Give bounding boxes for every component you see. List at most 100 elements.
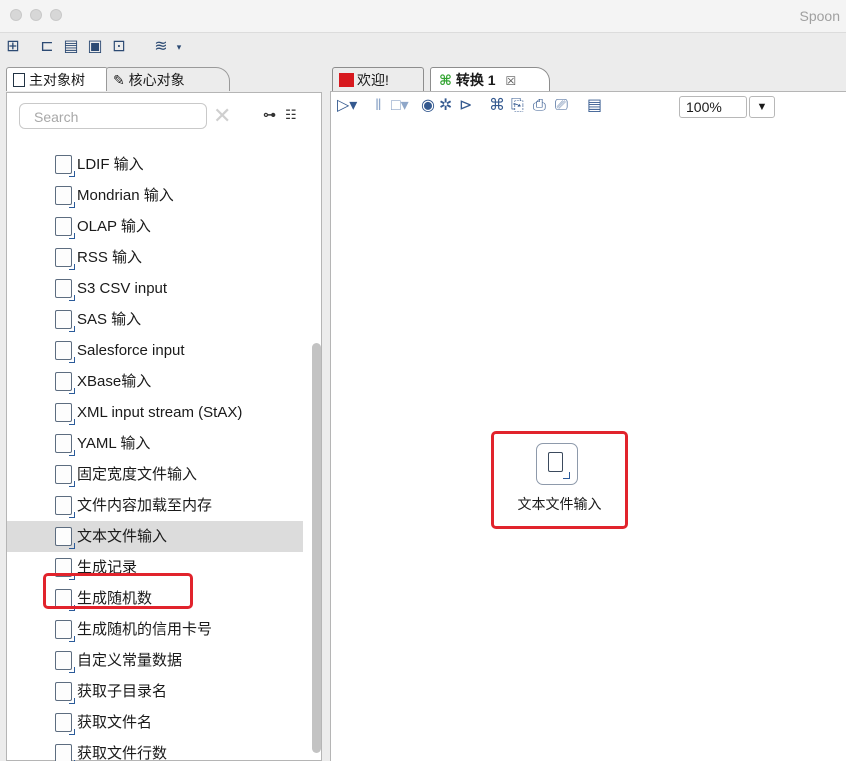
search-input[interactable] xyxy=(32,105,206,129)
olap-icon xyxy=(55,217,75,239)
pencil-icon: ✎ xyxy=(113,72,125,88)
tree-item-label: 获取子目录名 xyxy=(77,683,168,700)
tree-item[interactable]: 文件内容加载至内存 xyxy=(7,490,303,521)
stop-icon[interactable]: □▾ xyxy=(391,96,409,116)
run-icon[interactable]: ▷▾ xyxy=(337,96,357,116)
preview-icon[interactable]: ◉ xyxy=(421,96,435,116)
tab-label: 主对象树 xyxy=(29,72,85,88)
salesforce-icon xyxy=(55,341,75,363)
minimize-window-button[interactable] xyxy=(30,9,42,21)
impact-icon[interactable]: ⎘ xyxy=(511,96,524,116)
tree-item[interactable]: 获取子目录名 xyxy=(7,676,303,707)
tree-item-label: 文本文件输入 xyxy=(77,528,168,545)
sql-icon[interactable]: ⎙ xyxy=(533,96,546,116)
tree-item[interactable]: YAML 输入 xyxy=(7,428,303,459)
tree-item[interactable]: 获取文件名 xyxy=(7,707,303,738)
data-grid-icon xyxy=(55,651,75,673)
tree-item-label: S3 CSV input xyxy=(77,280,168,297)
tab-transformation-1[interactable]: ⌘ 转换 1 ☒ xyxy=(430,67,550,92)
tree-item-label: 自定义常量数据 xyxy=(77,652,183,669)
tab-label: 核心对象 xyxy=(128,72,185,88)
tree-item-label: YAML 输入 xyxy=(77,435,151,452)
save-icon[interactable]: ▣ xyxy=(86,38,104,56)
tree-item[interactable]: RSS 输入 xyxy=(7,242,303,273)
window-title: Spoon xyxy=(799,8,840,24)
chevron-down-icon[interactable]: ▾ xyxy=(170,38,188,56)
chevron-down-icon[interactable]: ▼ xyxy=(749,96,775,118)
tab-core-objects[interactable]: ✎ 核心对象 xyxy=(106,67,230,91)
text-file-input-icon xyxy=(536,443,578,485)
tree-item-label: 获取文件名 xyxy=(77,714,153,731)
close-window-button[interactable] xyxy=(10,9,22,21)
yaml-icon xyxy=(55,434,75,456)
close-tab-icon[interactable]: ☒ xyxy=(505,74,516,88)
tree-item[interactable]: OLAP 输入 xyxy=(7,211,303,242)
s3-csv-icon xyxy=(55,279,75,301)
zoom-select[interactable]: 100% xyxy=(679,96,747,118)
canvas-step-text-file-input[interactable]: 文本文件输入 xyxy=(491,431,628,529)
tree-item[interactable]: 自定义常量数据 xyxy=(7,645,303,676)
tree-item[interactable]: S3 CSV input xyxy=(7,273,303,304)
fixed-width-file-icon xyxy=(55,465,75,487)
pause-icon[interactable]: ‖ xyxy=(375,96,382,116)
step-tree-list: LDIF 输入 Mondrian 输入 OLAP 输入 RSS 输入 S3 CSV in… xyxy=(7,147,307,761)
clear-search-icon[interactable]: ✕ xyxy=(213,103,231,129)
tree-item-label: 固定宽度文件输入 xyxy=(77,466,198,483)
text-file-input-icon xyxy=(55,527,75,549)
tab-label: 欢迎! xyxy=(357,72,389,88)
tree-item-label: 获取文件行数 xyxy=(77,745,168,761)
show-results-icon[interactable]: ▤ xyxy=(587,96,602,116)
tab-label: 转换 1 xyxy=(455,72,496,88)
filename-icon xyxy=(55,713,75,735)
save-as-icon[interactable]: ⊡ xyxy=(110,38,128,56)
tree-item[interactable]: Salesforce input xyxy=(7,335,303,366)
vertical-scrollbar[interactable] xyxy=(312,343,321,753)
perspective-layers-icon[interactable]: ≋ xyxy=(152,38,170,56)
open-file-icon[interactable]: ⊏ xyxy=(38,38,56,56)
canvas-toolbar: ▷▾ ‖ □▾ ◉ ✲ ⊳ ⌘ ⎘ ⎙ ⎚ ▤ 100% ▼ xyxy=(331,92,846,122)
tree-item[interactable]: XML input stream (StAX) xyxy=(7,397,303,428)
sas-icon xyxy=(55,310,75,332)
tree-item[interactable]: 生成随机的信用卡号 xyxy=(7,614,303,645)
tree-item-label: SAS 输入 xyxy=(77,311,142,328)
tree-item[interactable]: 文本文件输入 xyxy=(7,521,303,552)
explore-db-icon[interactable]: ⎚ xyxy=(555,96,568,116)
xml-stream-icon xyxy=(55,403,75,425)
maximize-window-button[interactable] xyxy=(50,9,62,21)
tree-item-label: OLAP 输入 xyxy=(77,218,151,235)
subfolder-icon xyxy=(55,682,75,704)
step-label: 文本文件输入 xyxy=(517,496,602,512)
verify-icon[interactable]: ⌘ xyxy=(489,96,505,116)
tab-welcome[interactable]: 欢迎! xyxy=(332,67,424,92)
tab-main-object-tree[interactable]: 主对象树 xyxy=(6,67,108,91)
tree-item-label: LDIF 输入 xyxy=(77,156,144,173)
tree-item-label: Mondrian 输入 xyxy=(77,187,174,204)
transformation-canvas[interactable]: ▷▾ ‖ □▾ ◉ ✲ ⊳ ⌘ ⎘ ⎙ ⎚ ▤ 100% ▼ 文本文件输入 xyxy=(330,91,846,761)
window-titlebar: Spoon xyxy=(0,0,846,33)
tree-item[interactable]: Mondrian 输入 xyxy=(7,180,303,211)
welcome-icon xyxy=(339,73,354,87)
debug-icon[interactable]: ✲ xyxy=(439,96,452,116)
core-objects-panel: ✕ ⊶ ☷ LDIF 输入 Mondrian 输入 OLAP 输入 RSS 输入 S3 … xyxy=(6,92,322,761)
explore-repository-icon[interactable]: ▤ xyxy=(62,38,80,56)
file-rows-icon xyxy=(55,744,75,761)
new-file-icon[interactable]: ⊞ xyxy=(4,38,22,56)
transformation-icon: ⌘ xyxy=(439,72,452,88)
tree-item[interactable]: SAS 输入 xyxy=(7,304,303,335)
tree-tab-icon xyxy=(13,73,25,87)
right-panel: 欢迎! ⌘ 转换 1 ☒ ▷▾ ‖ □▾ ◉ ✲ ⊳ ⌘ ⎘ ⎙ ⎚ ▤ 100… xyxy=(328,61,846,761)
ldif-icon xyxy=(55,155,75,177)
tree-item[interactable]: LDIF 输入 xyxy=(7,149,303,180)
collapse-tree-icon[interactable]: ⊶ xyxy=(263,107,276,123)
left-panel: ✕ ⊶ ☷ LDIF 输入 Mondrian 输入 OLAP 输入 RSS 输入 S3 … xyxy=(0,61,326,761)
tree-item[interactable]: 固定宽度文件输入 xyxy=(7,459,303,490)
tree-item-label: RSS 输入 xyxy=(77,249,143,266)
replay-icon[interactable]: ⊳ xyxy=(459,96,472,116)
expand-tree-icon[interactable]: ☷ xyxy=(285,107,297,123)
tree-item-label: XML input stream (StAX) xyxy=(77,404,243,421)
tree-item-label: XBase输入 xyxy=(77,373,152,390)
tree-item[interactable]: 获取文件行数 xyxy=(7,738,303,761)
tree-item[interactable]: XBase输入 xyxy=(7,366,303,397)
rss-icon xyxy=(55,248,75,270)
tree-item-label: 文件内容加载至内存 xyxy=(77,497,213,514)
